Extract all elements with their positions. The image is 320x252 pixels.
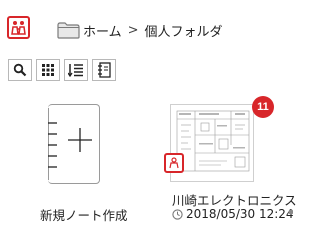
grid-view-button[interactable] xyxy=(36,59,60,81)
note-date-text: 2018/05/30 12:24 xyxy=(186,207,294,221)
sort-icon xyxy=(68,64,83,77)
notification-badge: 11 xyxy=(252,96,274,118)
search-button[interactable] xyxy=(8,59,32,81)
app-logo-icon[interactable] xyxy=(7,16,30,39)
new-note-label: 新規ノート作成 xyxy=(40,208,128,223)
toolbar xyxy=(8,59,116,81)
new-note-button[interactable] xyxy=(48,104,100,184)
people-icon xyxy=(11,21,26,35)
new-note-icon xyxy=(48,108,92,180)
folder-icon xyxy=(57,22,80,39)
clock-icon xyxy=(172,208,183,220)
grid-view-icon xyxy=(42,64,54,76)
person-icon xyxy=(169,157,179,169)
breadcrumb: ホーム > 個人フォルダ xyxy=(83,20,223,40)
notebook-list-icon xyxy=(98,62,111,78)
sort-button[interactable] xyxy=(64,59,88,81)
notebook-list-button[interactable] xyxy=(92,59,116,81)
shared-mark-icon xyxy=(164,153,184,173)
breadcrumb-home[interactable]: ホーム xyxy=(83,21,122,40)
next-item-peek-icon xyxy=(288,209,293,215)
search-icon xyxy=(13,63,27,77)
breadcrumb-personal-folder[interactable]: 個人フォルダ xyxy=(145,21,223,40)
breadcrumb-separator: > xyxy=(127,22,139,38)
note-date-row: 2018/05/30 12:24 xyxy=(172,207,294,221)
